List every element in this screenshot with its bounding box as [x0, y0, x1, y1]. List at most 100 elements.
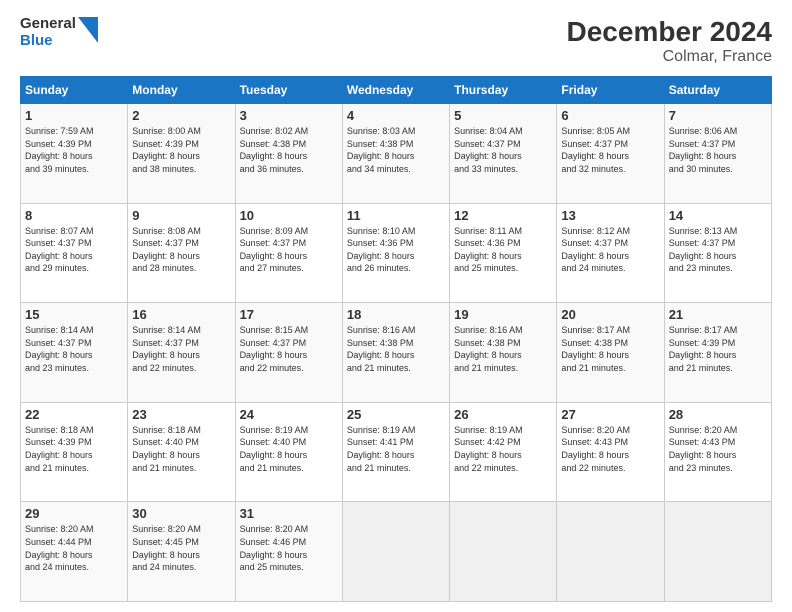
col-monday: Monday: [128, 77, 235, 104]
page-title: December 2024: [567, 16, 772, 48]
cell-3-5: 19 Sunrise: 8:16 AMSunset: 4:38 PMDayligh…: [450, 303, 557, 403]
title-block: December 2024 Colmar, France: [567, 16, 772, 66]
logo-triangle-icon: [78, 17, 98, 43]
cell-5-7: [664, 502, 771, 602]
day-number: 16: [132, 307, 230, 322]
cell-5-1: 29 Sunrise: 8:20 AMSunset: 4:44 PMDayligh…: [21, 502, 128, 602]
page: General Blue December 2024 Colmar, Franc…: [0, 0, 792, 612]
day-number: 3: [240, 108, 338, 123]
day-info: Sunrise: 8:20 AMSunset: 4:45 PMDaylight:…: [132, 523, 230, 573]
cell-1-3: 3 Sunrise: 8:02 AMSunset: 4:38 PMDaylight…: [235, 104, 342, 204]
cell-5-5: [450, 502, 557, 602]
day-number: 20: [561, 307, 659, 322]
day-info: Sunrise: 8:15 AMSunset: 4:37 PMDaylight:…: [240, 324, 338, 374]
day-info: Sunrise: 8:14 AMSunset: 4:37 PMDaylight:…: [132, 324, 230, 374]
day-number: 12: [454, 208, 552, 223]
col-wednesday: Wednesday: [342, 77, 449, 104]
cell-5-3: 31 Sunrise: 8:20 AMSunset: 4:46 PMDayligh…: [235, 502, 342, 602]
day-info: Sunrise: 8:16 AMSunset: 4:38 PMDaylight:…: [454, 324, 552, 374]
header: General Blue December 2024 Colmar, Franc…: [20, 16, 772, 66]
day-info: Sunrise: 8:20 AMSunset: 4:43 PMDaylight:…: [669, 424, 767, 474]
day-info: Sunrise: 8:19 AMSunset: 4:40 PMDaylight:…: [240, 424, 338, 474]
day-number: 13: [561, 208, 659, 223]
cell-5-2: 30 Sunrise: 8:20 AMSunset: 4:45 PMDayligh…: [128, 502, 235, 602]
day-info: Sunrise: 8:07 AMSunset: 4:37 PMDaylight:…: [25, 225, 123, 275]
cell-2-3: 10Sunrise: 8:09 AMSunset: 4:37 PMDayligh…: [235, 203, 342, 303]
day-number: 29: [25, 506, 123, 521]
day-info: Sunrise: 8:17 AMSunset: 4:39 PMDaylight:…: [669, 324, 767, 374]
col-thursday: Thursday: [450, 77, 557, 104]
week-row-4: 22Sunrise: 8:18 AMSunset: 4:39 PMDayligh…: [21, 402, 772, 502]
cell-1-4: 4Sunrise: 8:03 AMSunset: 4:38 PMDaylight…: [342, 104, 449, 204]
day-number: 2: [132, 108, 230, 123]
page-subtitle: Colmar, France: [567, 48, 772, 66]
day-number: 21: [669, 307, 767, 322]
day-info: Sunrise: 8:20 AMSunset: 4:46 PMDaylight:…: [240, 523, 338, 573]
cell-4-1: 22Sunrise: 8:18 AMSunset: 4:39 PMDayligh…: [21, 402, 128, 502]
col-friday: Friday: [557, 77, 664, 104]
cell-1-7: 7Sunrise: 8:06 AMSunset: 4:37 PMDaylight…: [664, 104, 771, 204]
day-number: 25: [347, 407, 445, 422]
cell-1-5: 5Sunrise: 8:04 AMSunset: 4:37 PMDaylight…: [450, 104, 557, 204]
col-sunday: Sunday: [21, 77, 128, 104]
day-number: 8: [25, 208, 123, 223]
day-info: Sunrise: 8:19 AMSunset: 4:42 PMDaylight:…: [454, 424, 552, 474]
cell-1-6: 6 Sunrise: 8:05 AMSunset: 4:37 PMDaylight…: [557, 104, 664, 204]
day-info: Sunrise: 8:00 AMSunset: 4:39 PMDaylight:…: [132, 125, 230, 175]
day-number: 23: [132, 407, 230, 422]
day-info: Sunrise: 8:06 AMSunset: 4:37 PMDaylight:…: [669, 125, 767, 175]
day-info: Sunrise: 8:10 AMSunset: 4:36 PMDaylight:…: [347, 225, 445, 275]
day-number: 14: [669, 208, 767, 223]
day-number: 31: [240, 506, 338, 521]
day-info: Sunrise: 8:05 AMSunset: 4:37 PMDaylight:…: [561, 125, 659, 175]
cell-4-2: 23 Sunrise: 8:18 AMSunset: 4:40 PMDayligh…: [128, 402, 235, 502]
cell-2-2: 9Sunrise: 8:08 AMSunset: 4:37 PMDaylight…: [128, 203, 235, 303]
day-info: Sunrise: 8:20 AMSunset: 4:44 PMDaylight:…: [25, 523, 123, 573]
day-info: Sunrise: 8:18 AMSunset: 4:40 PMDaylight:…: [132, 424, 230, 474]
day-info: Sunrise: 8:20 AMSunset: 4:43 PMDaylight:…: [561, 424, 659, 474]
cell-3-6: 20 Sunrise: 8:17 AMSunset: 4:38 PMDayligh…: [557, 303, 664, 403]
cell-2-6: 13Sunrise: 8:12 AMSunset: 4:37 PMDayligh…: [557, 203, 664, 303]
day-number: 1: [25, 108, 123, 123]
col-saturday: Saturday: [664, 77, 771, 104]
week-row-5: 29 Sunrise: 8:20 AMSunset: 4:44 PMDayligh…: [21, 502, 772, 602]
day-info: Sunrise: 8:04 AMSunset: 4:37 PMDaylight:…: [454, 125, 552, 175]
day-number: 30: [132, 506, 230, 521]
logo-blue: Blue: [20, 33, 53, 50]
cell-4-6: 27 Sunrise: 8:20 AMSunset: 4:43 PMDayligh…: [557, 402, 664, 502]
cell-4-5: 26Sunrise: 8:19 AMSunset: 4:42 PMDayligh…: [450, 402, 557, 502]
cell-2-5: 12 Sunrise: 8:11 AMSunset: 4:36 PMDayligh…: [450, 203, 557, 303]
cell-3-1: 15Sunrise: 8:14 AMSunset: 4:37 PMDayligh…: [21, 303, 128, 403]
day-number: 24: [240, 407, 338, 422]
day-info: Sunrise: 8:19 AMSunset: 4:41 PMDaylight:…: [347, 424, 445, 474]
day-number: 27: [561, 407, 659, 422]
day-number: 17: [240, 307, 338, 322]
logo: General Blue: [20, 16, 98, 49]
cell-4-4: 25 Sunrise: 8:19 AMSunset: 4:41 PMDayligh…: [342, 402, 449, 502]
day-info: Sunrise: 8:13 AMSunset: 4:37 PMDaylight:…: [669, 225, 767, 275]
calendar-table: Sunday Monday Tuesday Wednesday Thursday…: [20, 76, 772, 602]
cell-1-1: 1 Sunrise: 7:59 AMSunset: 4:39 PMDaylight…: [21, 104, 128, 204]
calendar-header-row: Sunday Monday Tuesday Wednesday Thursday…: [21, 77, 772, 104]
week-row-2: 8 Sunrise: 8:07 AMSunset: 4:37 PMDaylight…: [21, 203, 772, 303]
cell-3-2: 16 Sunrise: 8:14 AMSunset: 4:37 PMDayligh…: [128, 303, 235, 403]
day-number: 10: [240, 208, 338, 223]
cell-3-7: 21 Sunrise: 8:17 AMSunset: 4:39 PMDayligh…: [664, 303, 771, 403]
cell-4-7: 28Sunrise: 8:20 AMSunset: 4:43 PMDayligh…: [664, 402, 771, 502]
week-row-3: 15Sunrise: 8:14 AMSunset: 4:37 PMDayligh…: [21, 303, 772, 403]
day-number: 4: [347, 108, 445, 123]
day-info: Sunrise: 8:11 AMSunset: 4:36 PMDaylight:…: [454, 225, 552, 275]
day-info: Sunrise: 8:14 AMSunset: 4:37 PMDaylight:…: [25, 324, 123, 374]
day-info: Sunrise: 8:02 AMSunset: 4:38 PMDaylight:…: [240, 125, 338, 175]
day-info: Sunrise: 8:16 AMSunset: 4:38 PMDaylight:…: [347, 324, 445, 374]
week-row-1: 1 Sunrise: 7:59 AMSunset: 4:39 PMDaylight…: [21, 104, 772, 204]
day-info: Sunrise: 7:59 AMSunset: 4:39 PMDaylight:…: [25, 125, 123, 175]
cell-1-2: 2 Sunrise: 8:00 AMSunset: 4:39 PMDaylight…: [128, 104, 235, 204]
cell-2-1: 8 Sunrise: 8:07 AMSunset: 4:37 PMDaylight…: [21, 203, 128, 303]
cell-4-3: 24 Sunrise: 8:19 AMSunset: 4:40 PMDayligh…: [235, 402, 342, 502]
day-number: 22: [25, 407, 123, 422]
day-number: 19: [454, 307, 552, 322]
day-number: 6: [561, 108, 659, 123]
cell-3-4: 18Sunrise: 8:16 AMSunset: 4:38 PMDayligh…: [342, 303, 449, 403]
day-info: Sunrise: 8:17 AMSunset: 4:38 PMDaylight:…: [561, 324, 659, 374]
